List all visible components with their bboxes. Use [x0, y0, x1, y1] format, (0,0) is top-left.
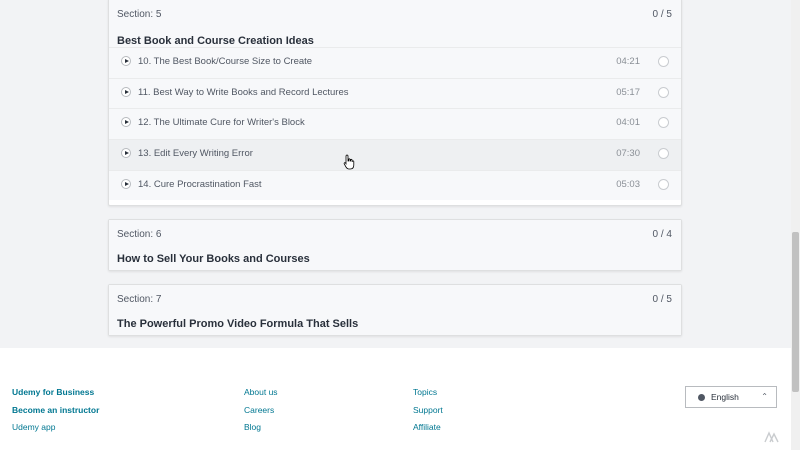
lecture-title[interactable]: 14. Cure Procrastination Fast [138, 179, 262, 190]
section-7-card[interactable]: Section: 7 0 / 5 The Powerful Promo Vide… [108, 284, 682, 336]
completion-circle-icon[interactable] [658, 56, 669, 67]
play-circle-icon[interactable] [121, 56, 131, 66]
section-5-card: Section: 5 0 / 5 Best Book and Course Cr… [108, 0, 682, 206]
section-label: Section: 6 [117, 229, 162, 240]
section-5-header[interactable]: Section: 5 0 / 5 Best Book and Course Cr… [109, 0, 681, 49]
section-7-header[interactable]: Section: 7 0 / 5 The Powerful Promo Vide… [109, 285, 681, 335]
lecture-title[interactable]: 13. Edit Every Writing Error [138, 148, 253, 159]
lecture-title[interactable]: 11. Best Way to Write Books and Record L… [138, 87, 349, 98]
section-6-card[interactable]: Section: 6 0 / 4 How to Sell Your Books … [108, 219, 682, 271]
lecture-duration: 07:30 [616, 148, 640, 160]
lecture-row[interactable]: 11. Best Way to Write Books and Record L… [109, 77, 681, 109]
footer-link-blog[interactable]: Blog [244, 422, 261, 432]
lecture-list: 10. The Best Book/Course Size to Create … [109, 47, 681, 201]
watermark-logo-icon [764, 431, 779, 443]
completion-circle-icon[interactable] [658, 178, 669, 190]
section-title: How to Sell Your Books and Courses [117, 253, 310, 265]
lecture-row[interactable]: 10. The Best Book/Course Size to Create … [109, 47, 681, 78]
chevron-up-icon: ⌃ [761, 392, 768, 401]
completion-circle-icon[interactable] [658, 86, 669, 98]
site-footer: Udemy for Business Become an instructor … [0, 348, 791, 450]
section-label: Section: 5 [117, 9, 162, 20]
language-selector[interactable]: English ⌃ [685, 386, 777, 408]
section-progress: 0 / 5 [652, 294, 672, 305]
completion-circle-icon[interactable] [658, 117, 669, 129]
lecture-row[interactable]: 12. The Ultimate Cure for Writer's Block… [109, 108, 681, 140]
footer-link-affiliate[interactable]: Affiliate [413, 422, 441, 432]
section-title: Best Book and Course Creation Ideas [117, 35, 314, 47]
lecture-duration: 05:03 [616, 178, 640, 190]
section-label: Section: 7 [117, 294, 162, 305]
lecture-title[interactable]: 12. The Ultimate Cure for Writer's Block [138, 117, 305, 128]
lecture-duration: 05:17 [616, 86, 640, 98]
curriculum-area: Section: 5 0 / 5 Best Book and Course Cr… [0, 0, 791, 348]
section-title: The Powerful Promo Video Formula That Se… [117, 318, 359, 330]
scrollbar-thumb[interactable] [792, 232, 799, 392]
lecture-duration: 04:21 [616, 56, 640, 67]
play-circle-icon[interactable] [121, 178, 131, 189]
lecture-duration: 04:01 [616, 117, 640, 129]
completion-circle-icon[interactable] [658, 148, 669, 160]
footer-link-support[interactable]: Support [413, 405, 443, 415]
globe-icon [698, 394, 705, 401]
section-progress: 0 / 5 [652, 9, 672, 20]
lecture-title[interactable]: 10. The Best Book/Course Size to Create [138, 56, 312, 67]
play-circle-icon[interactable] [121, 117, 131, 128]
play-circle-icon[interactable] [121, 148, 131, 159]
lecture-row[interactable]: 13. Edit Every Writing Error 07:30 [109, 139, 681, 170]
section-6-header[interactable]: Section: 6 0 / 4 How to Sell Your Books … [109, 220, 681, 270]
footer-link-about-us[interactable]: About us [244, 387, 278, 397]
section-progress: 0 / 4 [652, 229, 672, 240]
footer-link-careers[interactable]: Careers [244, 405, 274, 415]
play-circle-icon[interactable] [121, 86, 131, 97]
page-scrollbar[interactable] [791, 0, 800, 450]
footer-link-udemy-app[interactable]: Udemy app [12, 422, 55, 432]
footer-link-become-instructor[interactable]: Become an instructor [12, 405, 99, 415]
footer-link-topics[interactable]: Topics [413, 387, 437, 397]
language-label: English [711, 392, 739, 402]
lecture-row[interactable]: 14. Cure Procrastination Fast 05:03 [109, 169, 681, 201]
hand-pointer-cursor [343, 154, 355, 170]
footer-link-udemy-for-business[interactable]: Udemy for Business [12, 387, 94, 397]
